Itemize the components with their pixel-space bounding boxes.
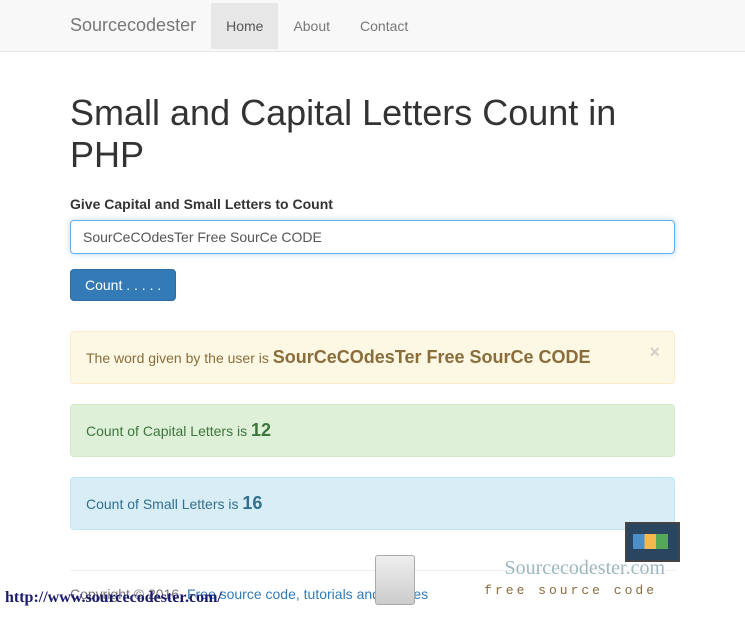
nav-contact[interactable]: Contact	[345, 3, 423, 49]
small-count: 16	[242, 493, 262, 513]
nav-about[interactable]: About	[278, 3, 345, 49]
result-small-alert: Count of Small Letters is 16	[70, 477, 675, 530]
logo-watermark: Sourcecodester.com free source code	[375, 547, 675, 617]
capital-count: 12	[251, 420, 271, 440]
color-strip-icon	[633, 534, 668, 549]
close-icon[interactable]: ×	[649, 342, 660, 363]
logo-main-text: Sourcecodester.com	[505, 557, 666, 580]
logo-sub-text: free source code	[484, 583, 657, 598]
word-value: SourCeCOdesTer Free SourCe CODE	[273, 347, 591, 367]
result-capital-alert: Count of Capital Letters is 12	[70, 404, 675, 457]
capital-prefix-text: Count of Capital Letters is	[86, 423, 251, 439]
letters-input[interactable]	[70, 220, 675, 254]
small-prefix-text: Count of Small Letters is	[86, 496, 242, 512]
navbar: Sourcecodester Home About Contact	[0, 0, 745, 52]
word-prefix-text: The word given by the user is	[86, 350, 273, 366]
nav-home[interactable]: Home	[211, 3, 278, 49]
page-title: Small and Capital Letters Count in PHP	[70, 92, 675, 176]
main-container: Small and Capital Letters Count in PHP G…	[0, 92, 745, 617]
result-word-alert: × The word given by the user is SourCeCO…	[70, 331, 675, 384]
input-label: Give Capital and Small Letters to Count	[70, 196, 675, 212]
brand-link[interactable]: Sourcecodester	[70, 0, 211, 51]
document-icon	[375, 555, 415, 605]
watermark-url: http://www.sourcecodester.com/	[5, 589, 222, 607]
monitor-icon	[625, 522, 680, 562]
count-button[interactable]: Count . . . . .	[70, 269, 176, 301]
